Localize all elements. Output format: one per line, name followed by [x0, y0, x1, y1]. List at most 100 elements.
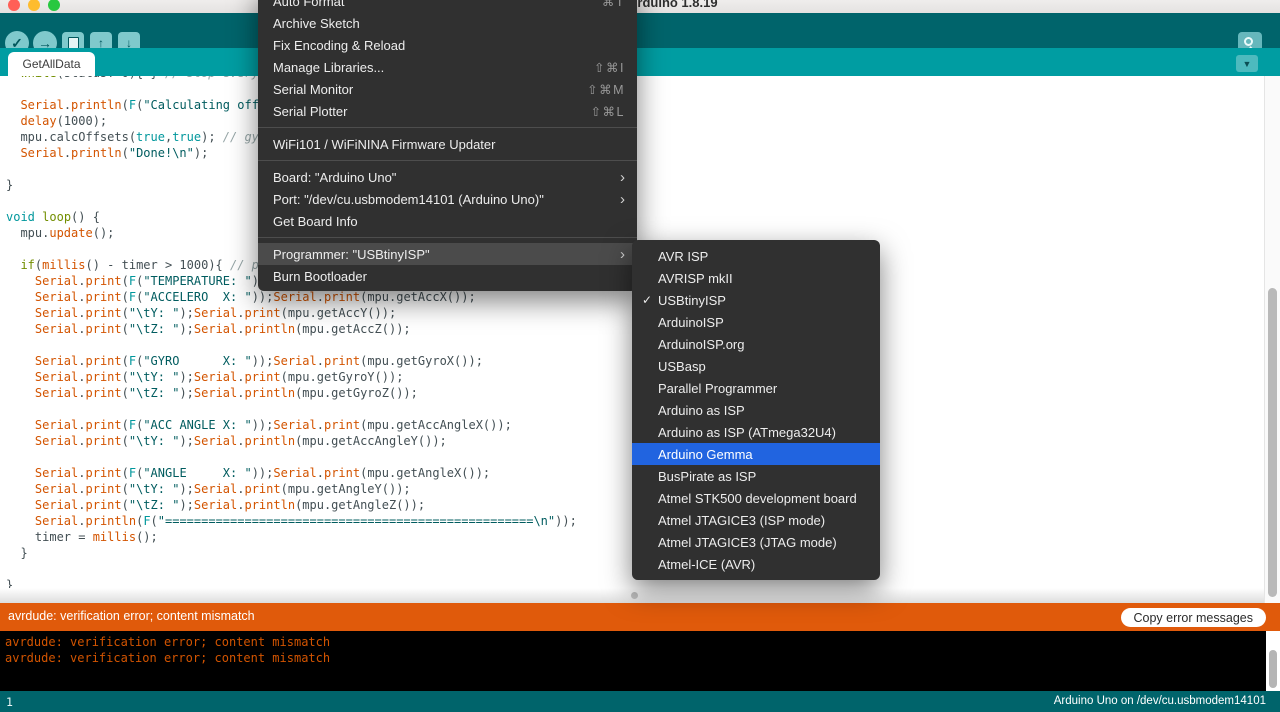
chevron-down-icon: ▼ [1242, 58, 1252, 69]
code-line: Serial.print("\tY: ");Serial.print(mpu.g… [34, 306, 397, 320]
menu-item-programmer-usbtinyisp[interactable]: Programmer: "USBtinyISP" › [258, 243, 637, 265]
magnifier-icon [1244, 37, 1253, 46]
menu-item-label: Serial Plotter [273, 103, 348, 119]
submenu-item-label: AVRISP mkII [658, 270, 733, 286]
menu-item-auto-format[interactable]: Auto Format ⌘T [258, 0, 637, 12]
check-icon: ✓ [642, 293, 653, 307]
status-bar: 1 Arduino Uno on /dev/cu.usbmodem14101 [0, 691, 1280, 712]
menu-item-label: Port: "/dev/cu.usbmodem14101 (Arduino Un… [273, 191, 544, 207]
chevron-right-icon: › [620, 168, 625, 186]
minimize-window-button[interactable] [28, 0, 40, 11]
submenu-item-usbasp[interactable]: USBasp [632, 355, 880, 377]
menu-item-label: Auto Format [273, 0, 345, 9]
editor-scrollbar-thumb[interactable] [1268, 288, 1277, 597]
submenu-item-atmel-ice-avr[interactable]: Atmel-ICE (AVR) [632, 553, 880, 575]
arduino-ide-window: Arduino 1.8.19 ✓ → ↑ ↓ GetAllData ▼ whil… [0, 0, 1280, 712]
submenu-item-label: USBasp [658, 358, 706, 374]
board-port-status: Arduino Uno on /dev/cu.usbmodem14101 [1053, 695, 1266, 707]
code-line: Serial.print("\tZ: ");Serial.println(mpu… [34, 386, 418, 400]
menu-item-label: Manage Libraries... [273, 59, 385, 75]
console-line: avrdude: verification error; content mis… [5, 651, 331, 665]
zoom-window-button[interactable] [48, 0, 60, 11]
menu-item-manage-libraries[interactable]: Manage Libraries... ⇧⌘I [258, 56, 637, 78]
submenu-item-avr-isp[interactable]: AVR ISP [632, 245, 880, 267]
submenu-item-atmel-jtagice3-jtag-mode[interactable]: Atmel JTAGICE3 (JTAG mode) [632, 531, 880, 553]
code-line: Serial.print("\tY: ");Serial.print(mpu.g… [34, 482, 411, 496]
menu-item-serial-plotter[interactable]: Serial Plotter ⇧⌘L [258, 100, 637, 122]
tab-getalldata[interactable]: GetAllData [8, 52, 95, 76]
submenu-item-arduinoisp-org[interactable]: ArduinoISP.org [632, 333, 880, 355]
submenu-item-usbtinyisp[interactable]: ✓ USBtinyISP [632, 289, 880, 311]
code-line: Serial.print(F("ACC ANGLE X: "));Serial.… [34, 418, 512, 432]
menu-item-label: Serial Monitor [273, 81, 354, 97]
menu-item-board-arduino-uno[interactable]: Board: "Arduino Uno" › [258, 166, 637, 188]
submenu-item-avrisp-mkii[interactable]: AVRISP mkII [632, 267, 880, 289]
code-line: Serial.print("\tZ: ");Serial.println(mpu… [34, 498, 426, 512]
code-line: } [6, 578, 14, 588]
menu-separator [258, 160, 637, 161]
submenu-item-label: AVR ISP [658, 248, 709, 264]
menu-item-archive-sketch[interactable]: Archive Sketch [258, 12, 637, 34]
code-line: Serial.print(F("ANGLE X: "));Serial.prin… [34, 466, 491, 480]
submenu-item-label: Parallel Programmer [658, 380, 778, 396]
menu-shortcut: ⇧⌘I [594, 60, 625, 75]
pane-divider[interactable] [0, 588, 1264, 603]
menu-item-get-board-info[interactable]: Get Board Info [258, 210, 637, 232]
submenu-item-atmel-jtagice3-isp-mode[interactable]: Atmel JTAGICE3 (ISP mode) [632, 509, 880, 531]
copy-error-messages-button[interactable]: Copy error messages [1120, 608, 1266, 627]
tab-list-dropdown-button[interactable]: ▼ [1236, 55, 1258, 72]
submenu-item-arduino-as-isp[interactable]: Arduino as ISP [632, 399, 880, 421]
close-window-button[interactable] [8, 0, 20, 11]
submenu-item-label: Atmel JTAGICE3 (ISP mode) [658, 512, 826, 528]
submenu-item-label: Atmel JTAGICE3 (JTAG mode) [658, 534, 837, 550]
code-line: Serial.println(F("======================… [34, 514, 577, 528]
code-line: Serial.print(F("ACCELERO X: "));Serial.p… [34, 290, 476, 304]
programmer-submenu: AVR ISP AVRISP mkII ✓ USBtinyISP ArduinoISP A… [632, 240, 880, 580]
code-line: Serial.print("\tZ: ");Serial.println(mpu… [34, 322, 411, 336]
submenu-item-parallel-programmer[interactable]: Parallel Programmer [632, 377, 880, 399]
submenu-item-arduino-as-isp-atmega32u4[interactable]: Arduino as ISP (ATmega32U4) [632, 421, 880, 443]
menu-item-label: Programmer: "USBtinyISP" [273, 246, 430, 262]
code-line: Serial.print(F("GYRO X: "));Serial.print… [34, 354, 483, 368]
menu-item-label: Burn Bootloader [273, 268, 367, 284]
toolbar: ✓ → ↑ ↓ [0, 13, 1280, 56]
menu-item-label: Archive Sketch [273, 15, 360, 31]
submenu-item-label: BusPirate as ISP [658, 468, 757, 484]
submenu-item-label: USBtinyISP [658, 292, 726, 308]
menu-separator [258, 237, 637, 238]
tab-label: GetAllData [22, 57, 81, 71]
menu-shortcut: ⌘T [601, 0, 625, 9]
menu-item-fix-encoding-reload[interactable]: Fix Encoding & Reload [258, 34, 637, 56]
code-line: Serial.print("\tY: ");Serial.println(mpu… [34, 434, 447, 448]
error-message: avrdude: verification error; content mis… [8, 609, 255, 623]
submenu-item-label: ArduinoISP [658, 314, 724, 330]
menu-separator [258, 127, 637, 128]
submenu-item-atmel-stk500-development-board[interactable]: Atmel STK500 development board [632, 487, 880, 509]
console-scrollbar[interactable] [1266, 631, 1280, 691]
titlebar: Arduino 1.8.19 [0, 0, 1280, 13]
editor-scrollbar[interactable] [1264, 76, 1280, 603]
menu-item-burn-bootloader[interactable]: Burn Bootloader [258, 265, 637, 287]
menu-item-label: Get Board Info [273, 213, 358, 229]
submenu-item-arduino-gemma[interactable]: Arduino Gemma [632, 443, 880, 465]
submenu-item-label: Atmel STK500 development board [658, 490, 857, 506]
submenu-item-buspirate-as-isp[interactable]: BusPirate as ISP [632, 465, 880, 487]
menu-item-wifi101-wifinina-firmware-updater[interactable]: WiFi101 / WiFiNINA Firmware Updater [258, 133, 637, 155]
divider-handle-icon [631, 592, 638, 599]
submenu-item-arduinoisp[interactable]: ArduinoISP [632, 311, 880, 333]
chevron-right-icon: › [620, 245, 625, 263]
submenu-item-label: Arduino as ISP (ATmega32U4) [658, 424, 836, 440]
menu-item-serial-monitor[interactable]: Serial Monitor ⇧⌘M [258, 78, 637, 100]
console-scrollbar-thumb[interactable] [1269, 650, 1277, 688]
submenu-item-label: Arduino as ISP [658, 402, 745, 418]
tab-bar: GetAllData ▼ [0, 48, 1280, 76]
menu-item-label: Fix Encoding & Reload [273, 37, 406, 53]
console-line: avrdude: verification error; content mis… [5, 635, 331, 649]
menu-item-port-dev-cu-usbmodem14101-arduino-uno[interactable]: Port: "/dev/cu.usbmodem14101 (Arduino Un… [258, 188, 637, 210]
menu-shortcut: ⇧⌘M [587, 82, 625, 97]
submenu-item-label: Arduino Gemma [658, 446, 753, 462]
